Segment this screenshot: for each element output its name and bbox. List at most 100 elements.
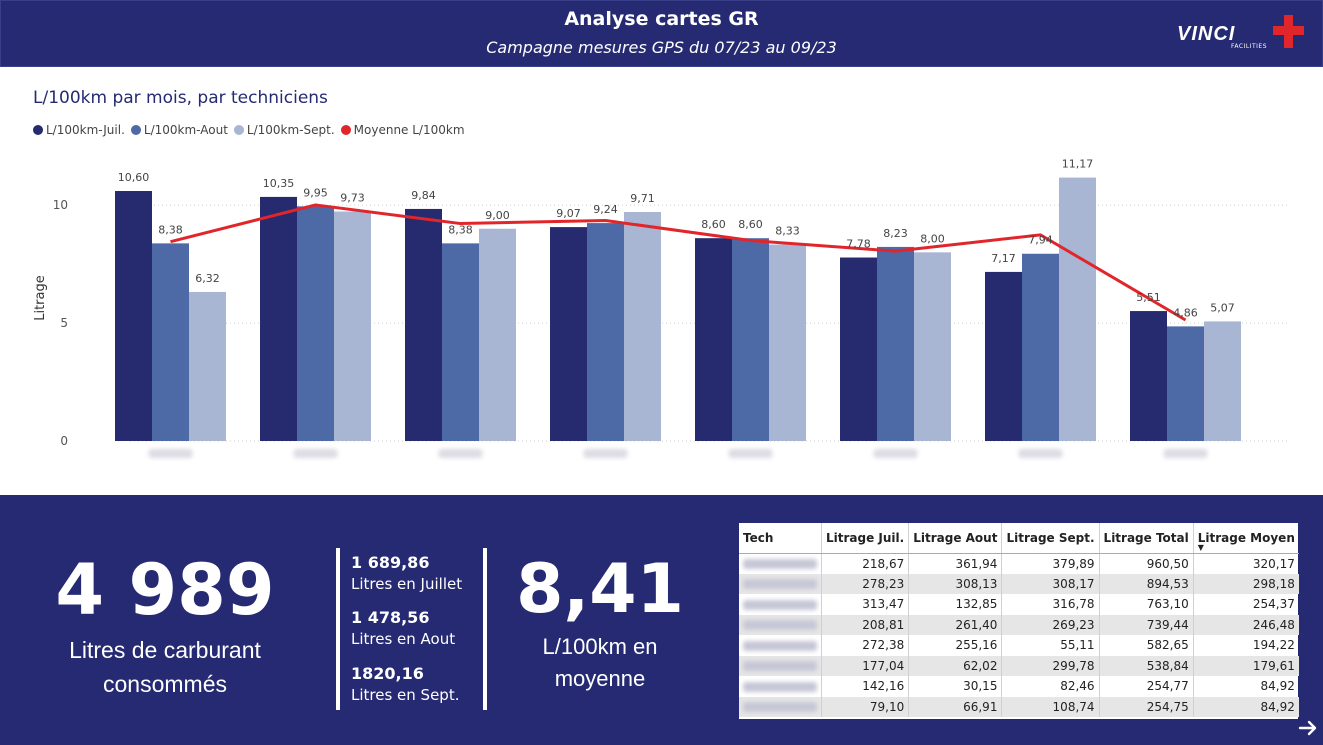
legend-item-july[interactable]: L/100km-Juil. bbox=[33, 123, 125, 137]
bar-august[interactable] bbox=[732, 238, 769, 441]
bar-july[interactable] bbox=[1130, 311, 1167, 441]
redacted-name bbox=[743, 640, 817, 651]
bar-chart[interactable]: 0 5 10 10,60 8,38 6,32 10,35 9,95 9,73 9,84 8,38 9… bbox=[0, 140, 1323, 470]
technician-table[interactable]: Tech Litrage Juil. Litrage Aout Litrage … bbox=[739, 523, 1299, 719]
table-cell: 379,89 bbox=[1001, 553, 1100, 574]
separator-left bbox=[336, 548, 340, 710]
redacted-name bbox=[743, 620, 817, 631]
chart-legend: L/100km-Juil. L/100km-Aout L/100km-Sept.… bbox=[33, 122, 471, 138]
bar-august[interactable] bbox=[297, 206, 334, 441]
redacted-category-label bbox=[1163, 449, 1208, 458]
table-cell: 254,37 bbox=[1252, 597, 1295, 612]
table-row[interactable]: 177,04 62,02 299,78 538,84 179,61 bbox=[739, 655, 1299, 676]
table-cell: 269,23 bbox=[1001, 614, 1100, 635]
data-label: 7,17 bbox=[991, 252, 1016, 265]
bar-september[interactable] bbox=[479, 228, 516, 441]
bar-september[interactable] bbox=[914, 252, 951, 441]
table-cell: 361,94 bbox=[908, 553, 1003, 574]
data-label: 6,32 bbox=[195, 272, 220, 285]
table-cell: 320,17 bbox=[1252, 556, 1295, 571]
bar-august[interactable] bbox=[1167, 326, 1204, 441]
table-row[interactable]: 218,67 361,94 379,89 960,50 320,17 bbox=[739, 553, 1299, 574]
data-label: 7,94 bbox=[1028, 234, 1053, 247]
col-header-september[interactable]: Litrage Sept. bbox=[1001, 523, 1100, 554]
july-liters-value: 1 689,86 bbox=[351, 553, 430, 572]
y-tick-label: 5 bbox=[60, 316, 68, 330]
bar-september[interactable] bbox=[189, 291, 226, 441]
bar-august[interactable] bbox=[152, 243, 189, 441]
col-header-tech[interactable]: Tech bbox=[739, 523, 822, 554]
table-row[interactable]: 272,38 255,16 55,11 582,65 194,22 bbox=[739, 635, 1299, 656]
bar-september[interactable] bbox=[769, 244, 806, 441]
table-cell: 308,17 bbox=[1001, 573, 1100, 594]
legend-dot-average bbox=[340, 125, 351, 135]
legend-item-average[interactable]: Moyenne L/100km bbox=[340, 123, 465, 137]
redacted-category-label bbox=[583, 449, 628, 458]
table-row[interactable]: 142,16 30,15 82,46 254,77 84,92 bbox=[739, 676, 1299, 697]
data-label: 8,60 bbox=[701, 218, 726, 231]
table-cell: 194,22 bbox=[1252, 638, 1295, 653]
redacted-name bbox=[743, 579, 817, 590]
data-label: 10,35 bbox=[263, 177, 295, 190]
bar-september[interactable] bbox=[1204, 321, 1241, 441]
average-label-line-1: L/100km en bbox=[542, 634, 658, 659]
bar-september[interactable] bbox=[1059, 177, 1096, 441]
tech-name-cell bbox=[739, 553, 822, 574]
september-liters-value: 1820,16 bbox=[351, 664, 424, 683]
vinci-logo: VINCI FACILITIES bbox=[1177, 15, 1309, 55]
table-cell: 62,02 bbox=[908, 655, 1003, 676]
bar-july[interactable] bbox=[985, 271, 1022, 441]
table-row[interactable]: 79,10 66,91 108,74 254,75 84,92 bbox=[739, 696, 1299, 717]
table-row[interactable]: 313,47 132,85 316,78 763,10 254,37 bbox=[739, 594, 1299, 615]
legend-item-september[interactable]: L/100km-Sept. bbox=[233, 123, 335, 137]
bar-august[interactable] bbox=[442, 243, 479, 441]
table-cell: 278,23 bbox=[821, 573, 910, 594]
bar-july[interactable] bbox=[550, 227, 587, 441]
table-cell: 84,92 bbox=[1260, 679, 1295, 694]
table-row[interactable]: 208,81 261,40 269,23 739,44 246,48 bbox=[739, 614, 1299, 635]
tech-name-cell bbox=[739, 614, 822, 635]
bar-september[interactable] bbox=[624, 212, 661, 441]
table-cell: 894,53 bbox=[1099, 573, 1194, 594]
august-liters-value: 1 478,56 bbox=[351, 608, 430, 627]
next-page-button[interactable] bbox=[1297, 718, 1319, 740]
data-label: 10,60 bbox=[118, 171, 150, 184]
col-header-total[interactable]: Litrage Total bbox=[1099, 523, 1194, 554]
average-consumption-label: L/100km en moyenne bbox=[500, 631, 700, 695]
bar-august[interactable] bbox=[877, 246, 914, 441]
bar-september[interactable] bbox=[334, 211, 371, 441]
table-cell: 272,38 bbox=[821, 635, 910, 656]
table-cell: 255,16 bbox=[908, 635, 1003, 656]
data-label: 8,23 bbox=[883, 227, 908, 240]
table-cell: 30,15 bbox=[908, 676, 1003, 697]
table-cell: 55,11 bbox=[1001, 635, 1100, 656]
y-axis-label: Litrage bbox=[33, 275, 48, 321]
table-cell: 299,78 bbox=[1001, 655, 1100, 676]
col-header-august[interactable]: Litrage Aout bbox=[908, 523, 1003, 554]
table-cell: 82,46 bbox=[1001, 676, 1100, 697]
data-label: 9,95 bbox=[303, 186, 328, 199]
bar-july[interactable] bbox=[695, 238, 732, 441]
col-header-average[interactable]: Litrage Moyen ▼ bbox=[1193, 523, 1299, 554]
tech-name-cell bbox=[739, 594, 822, 615]
table-cell: 960,50 bbox=[1099, 553, 1194, 574]
table-cell: 254,77 bbox=[1099, 676, 1194, 697]
table-cell: 298,18 bbox=[1193, 573, 1299, 594]
bar-august[interactable] bbox=[587, 223, 624, 441]
col-header-july[interactable]: Litrage Juil. bbox=[821, 523, 910, 554]
tech-name-cell bbox=[739, 635, 822, 656]
y-tick-label: 10 bbox=[53, 198, 68, 212]
table-row[interactable]: 278,23 308,13 308,17 894,53 298,18 bbox=[739, 573, 1299, 594]
table-header-row: Tech Litrage Juil. Litrage Aout Litrage … bbox=[739, 523, 1299, 554]
arrow-right-icon bbox=[1298, 720, 1317, 736]
bar-august[interactable] bbox=[1022, 253, 1059, 441]
vinci-cross-icon bbox=[1273, 15, 1304, 48]
table-cell: 254,75 bbox=[1099, 696, 1194, 717]
bar-july[interactable] bbox=[405, 208, 442, 441]
legend-dot-september bbox=[233, 125, 244, 135]
bar-july[interactable] bbox=[115, 191, 152, 441]
bar-july[interactable] bbox=[260, 196, 297, 441]
bar-july[interactable] bbox=[840, 257, 877, 441]
data-label: 11,17 bbox=[1062, 158, 1094, 171]
legend-item-august[interactable]: L/100km-Aout bbox=[130, 123, 228, 137]
